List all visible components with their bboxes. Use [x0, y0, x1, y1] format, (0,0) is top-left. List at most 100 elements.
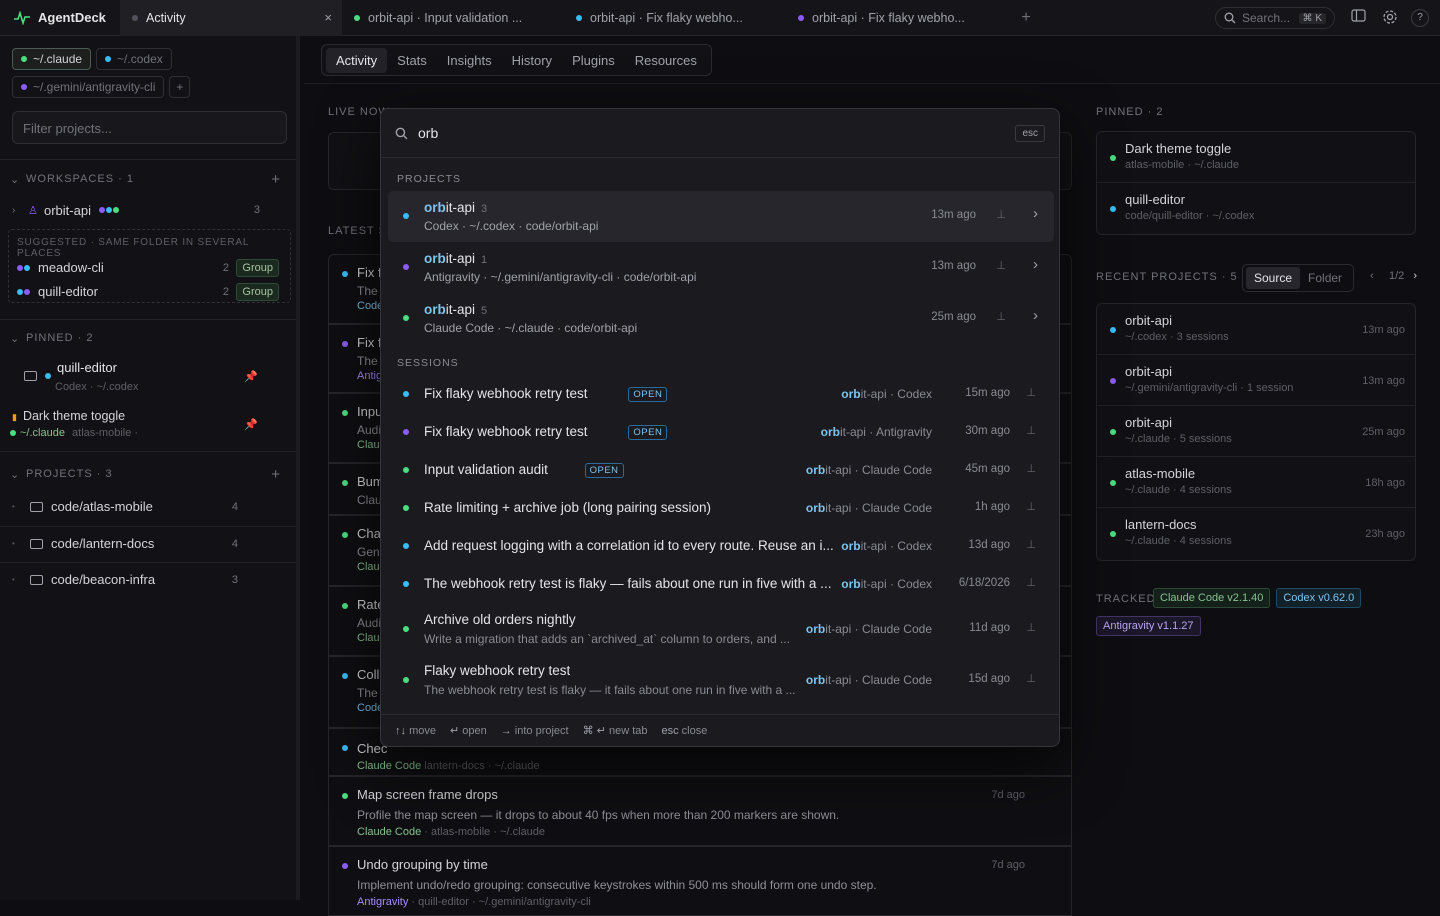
project-item-beacon-infra[interactable]: • code/beacon-infra 3: [0, 572, 296, 587]
status-dot: [403, 264, 409, 270]
tab-activity[interactable]: Activity ×: [120, 0, 342, 36]
close-icon[interactable]: ×: [324, 10, 332, 25]
chevron-right-icon[interactable]: ›: [1033, 256, 1038, 273]
sidebar-toggle-icon[interactable]: [1349, 9, 1367, 27]
pin-icon[interactable]: ⊥: [1026, 672, 1036, 685]
help-icon[interactable]: ?: [1411, 9, 1429, 27]
pin-icon[interactable]: ⊥: [1026, 576, 1036, 589]
filter-projects-input[interactable]: Filter projects...: [12, 111, 287, 144]
session-count: 1: [481, 254, 488, 266]
toggle-folder[interactable]: Folder: [1300, 267, 1350, 289]
tab-plugins[interactable]: Plugins: [562, 48, 625, 73]
pin-icon[interactable]: ⊥: [996, 310, 1006, 323]
recent-project-item[interactable]: orbit-api ~/.claude · 5 sessions 25m ago: [1097, 406, 1415, 457]
feed-item-map-frame-drops[interactable]: Map screen frame drops Profile the map s…: [328, 776, 1072, 846]
pinned-name: Dark theme toggle: [22, 409, 126, 423]
feed-meta: atlas-mobile · ~/.claude: [431, 826, 546, 838]
tab-fix-flaky-codex[interactable]: orbit-api · Fix flaky webho...: [564, 0, 786, 36]
tab-fix-flaky-antigravity[interactable]: orbit-api · Fix flaky webho...: [786, 0, 1008, 36]
pin-icon[interactable]: ⊥: [1026, 538, 1036, 551]
toggle-source[interactable]: Source: [1246, 267, 1301, 289]
tab-history[interactable]: History: [502, 48, 562, 73]
palette-session-item[interactable]: The webhook retry test is flaky — fails …: [388, 565, 1054, 603]
pin-icon[interactable]: ⊥: [1026, 621, 1036, 634]
project-item-atlas-mobile[interactable]: • code/atlas-mobile 4: [0, 499, 296, 514]
palette-session-item[interactable]: Rate limiting + archive job (long pairin…: [388, 489, 1054, 527]
palette-session-item[interactable]: Input validation audit OPEN orbit-api · Cl…: [388, 451, 1054, 489]
project-count: 4: [231, 537, 238, 550]
palette-session-item[interactable]: Fix flaky webhook retry test OPEN orbit-ap…: [388, 375, 1054, 413]
recent-project-item[interactable]: orbit-api ~/.gemini/antigravity-cli · 1 s…: [1097, 355, 1415, 406]
projects-header[interactable]: ⌄ PROJECTS · 3 +: [0, 466, 296, 483]
session-ago: 45m ago: [965, 463, 1010, 475]
sidebar: ~/.claude ~/.codex ~/.gemini/antigravity…: [0, 36, 300, 900]
feed-ago: 7d ago: [991, 859, 1025, 871]
feed-item-undo-grouping[interactable]: Undo grouping by time Implement undo/red…: [328, 846, 1072, 916]
pin-icon[interactable]: ⊥: [996, 208, 1006, 221]
palette-session-item[interactable]: Fix flaky webhook retry test OPEN orbit-ap…: [388, 413, 1054, 451]
pin-icon[interactable]: 📌: [244, 418, 258, 431]
group-button[interactable]: Group: [236, 258, 279, 277]
tab-insights[interactable]: Insights: [437, 48, 502, 73]
workspace-item-orbit-api[interactable]: › ♙ orbit-api 3: [0, 201, 296, 219]
section-label: PROJECTS: [26, 468, 93, 480]
palette-session-item[interactable]: Add request logging with a correlation i…: [388, 527, 1054, 565]
pinned-item-dark-theme[interactable]: ▮ Dark theme toggle ~/.claude atlas-mobil…: [0, 406, 296, 442]
chevron-down-icon: ⌄: [10, 174, 21, 186]
pinned-item-quill-editor[interactable]: quill-editor Codex · ~/.codex 📌: [0, 358, 296, 394]
footer-hint: ⌘ ↵ new tab: [582, 725, 648, 737]
add-source-button[interactable]: +: [169, 76, 191, 98]
right-pinned-item[interactable]: Dark theme toggle atlas-mobile · ~/.claud…: [1097, 132, 1415, 183]
add-project-button[interactable]: +: [271, 466, 280, 483]
palette-project-item[interactable]: orbit-api 1 Antigravity · ~/.gemini/antigr…: [388, 242, 1054, 293]
status-dot: [403, 467, 409, 473]
source-chip-codex[interactable]: ~/.codex: [96, 48, 172, 70]
search-button[interactable]: Search... ⌘ K: [1215, 7, 1335, 29]
pin-icon[interactable]: 📌: [244, 370, 258, 383]
pager: ‹ 1/2 ›: [1370, 270, 1417, 282]
section-count: 2: [1156, 106, 1164, 118]
pin-icon[interactable]: ⊥: [1026, 500, 1036, 513]
tab-input-validation[interactable]: orbit-api · Input validation ...: [342, 0, 564, 36]
status-dot: [342, 410, 348, 416]
tab-activity[interactable]: Activity: [326, 47, 388, 73]
tab-resources[interactable]: Resources: [625, 48, 707, 73]
right-pinned-item[interactable]: quill-editor code/quill-editor · ~/.codex: [1097, 183, 1415, 234]
pinned-header[interactable]: ⌄ PINNED · 2: [0, 332, 296, 345]
gear-icon[interactable]: [1381, 9, 1399, 27]
recent-project-item[interactable]: orbit-api ~/.codex · 3 sessions 13m ago: [1097, 304, 1415, 355]
divider: [304, 83, 1440, 84]
item-sub: code/quill-editor · ~/.codex: [1125, 210, 1255, 222]
session-ago: 30m ago: [965, 425, 1010, 437]
chevron-right-icon[interactable]: ›: [1033, 307, 1038, 324]
new-tab-button[interactable]: +: [1016, 9, 1036, 27]
feed-agent: Claude Code: [357, 760, 422, 772]
palette-project-item[interactable]: orbit-api 5 Claude Code · ~/.claude · code…: [388, 293, 1054, 344]
pin-icon[interactable]: ⊥: [1026, 462, 1036, 475]
source-chip-antigravity[interactable]: ~/.gemini/antigravity-cli: [12, 76, 165, 98]
status-dot: [403, 505, 409, 511]
recent-project-item[interactable]: lantern-docs ~/.claude · 4 sessions 23h ag…: [1097, 508, 1415, 559]
pin-icon[interactable]: ⊥: [1026, 424, 1036, 437]
chevron-left-icon[interactable]: ‹: [1370, 270, 1374, 282]
source-chip-claude[interactable]: ~/.claude: [12, 48, 92, 70]
workspaces-header[interactable]: ⌄ WORKSPACES · 1 +: [0, 171, 296, 188]
palette-search-input[interactable]: orb: [418, 125, 438, 141]
project-item-lantern-docs[interactable]: • code/lantern-docs 4: [0, 536, 296, 551]
pin-icon[interactable]: ⊥: [1026, 386, 1036, 399]
session-source: orbit-api · Codex: [841, 387, 932, 401]
session-title: Archive old orders nightly: [424, 612, 576, 627]
recent-project-item[interactable]: atlas-mobile ~/.claude · 4 sessions 18h ag…: [1097, 457, 1415, 508]
esc-button[interactable]: esc: [1015, 124, 1045, 142]
pin-icon[interactable]: ⊥: [996, 259, 1006, 272]
chevron-right-icon[interactable]: ›: [1033, 205, 1038, 222]
palette-session-item[interactable]: Archive old orders nightly Write a migrat…: [388, 603, 1054, 654]
chevron-right-icon[interactable]: ›: [1413, 270, 1417, 282]
add-workspace-button[interactable]: +: [271, 171, 280, 188]
status-dot: [1110, 480, 1116, 486]
palette-project-item[interactable]: orbit-api 3 Codex · ~/.codex · code/orbit-…: [388, 191, 1054, 242]
chevron-down-icon: ⌄: [10, 333, 21, 345]
palette-session-item[interactable]: Flaky webhook retry test The webhook retr…: [388, 654, 1054, 705]
tab-stats[interactable]: Stats: [387, 48, 437, 73]
group-button[interactable]: Group: [236, 282, 279, 301]
